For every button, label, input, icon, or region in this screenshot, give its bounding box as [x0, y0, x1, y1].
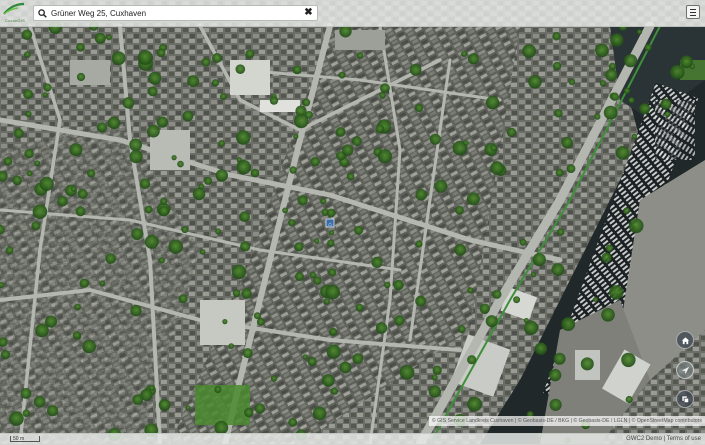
layers-icon: [681, 395, 689, 403]
home-button[interactable]: [676, 331, 694, 349]
hamburger-menu-icon: [690, 9, 696, 10]
search-icon[interactable]: [38, 9, 47, 18]
aerial-map[interactable]: ⌂: [0, 0, 705, 444]
location-marker-icon[interactable]: ⌂: [325, 218, 335, 228]
home-icon: [681, 336, 689, 344]
layers-button[interactable]: [676, 390, 694, 408]
footer-link-demo[interactable]: GWC2 Demo: [626, 436, 662, 442]
app-logo[interactable]: CuxonGIS: [2, 2, 26, 24]
scale-bar: 50 m: [10, 436, 40, 442]
svg-text:⌂: ⌂: [328, 222, 332, 228]
search-input[interactable]: [51, 7, 301, 20]
logo-icon: [3, 2, 25, 15]
search-box[interactable]: ✖: [33, 5, 318, 21]
locate-button[interactable]: [676, 361, 694, 379]
menu-button[interactable]: [686, 5, 700, 19]
map-attribution[interactable]: © GIS Service Landkreis Cuxhaven | © Geo…: [428, 416, 705, 426]
footer-links: GWC2 Demo | Terms of use: [626, 435, 701, 444]
status-footer: 50 m GWC2 Demo | Terms of use: [0, 433, 705, 445]
logo-text: CuxonGIS: [5, 18, 26, 23]
clear-search-icon[interactable]: ✖: [303, 7, 314, 19]
locate-icon: [681, 366, 689, 374]
hamburger-menu-icon: [690, 15, 696, 16]
map-canvas[interactable]: ⌂: [0, 0, 705, 444]
footer-link-terms[interactable]: Terms of use: [667, 436, 701, 442]
hamburger-menu-icon: [690, 12, 696, 13]
top-toolbar: CuxonGIS ✖: [0, 0, 705, 27]
